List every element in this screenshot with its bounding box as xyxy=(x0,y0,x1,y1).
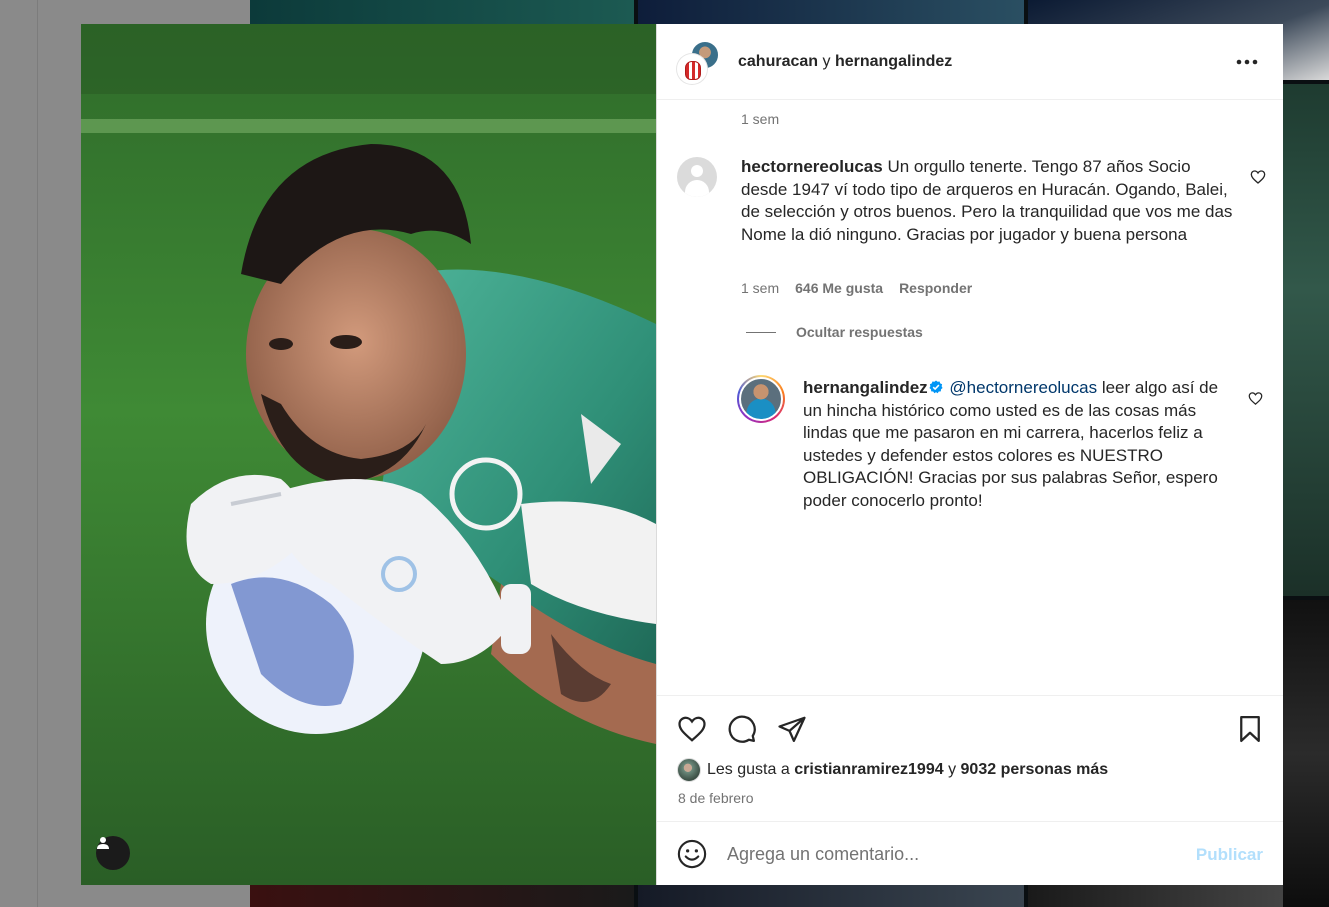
post-actions-bar xyxy=(657,695,1283,753)
user-tag-icon xyxy=(97,837,109,849)
post-photo[interactable] xyxy=(81,24,656,885)
grid-thumbnail[interactable] xyxy=(1283,600,1329,907)
more-options-button[interactable] xyxy=(1235,50,1259,74)
post-authors: cahuracan y hernangalindez xyxy=(738,53,952,71)
avatar[interactable] xyxy=(677,53,707,84)
replies-divider xyxy=(746,331,776,333)
comment-icon[interactable] xyxy=(727,714,757,744)
hide-replies-button[interactable]: Ocultar respuestas xyxy=(746,324,923,340)
collaborator-avatars[interactable] xyxy=(677,39,721,84)
comment-username[interactable]: hectornereolucas xyxy=(741,157,883,176)
hide-replies-label: Ocultar respuestas xyxy=(796,324,923,340)
heart-icon[interactable] xyxy=(677,714,707,744)
reply-button[interactable]: Responder xyxy=(899,280,972,296)
grid-thumbnail[interactable] xyxy=(638,885,1024,907)
verified-badge-icon xyxy=(929,380,943,394)
likes-summary: Les gusta a cristianramirez1994 y 9032 p… xyxy=(657,753,1283,787)
grid-thumbnail[interactable] xyxy=(1028,885,1283,907)
comment-body: hectornereolucas Un orgullo tenerte. Ten… xyxy=(741,156,1241,246)
reply-body: hernangalindez @hectornereolucas leer al… xyxy=(803,377,1228,512)
author-separator: y xyxy=(822,52,831,70)
bookmark-icon[interactable] xyxy=(1235,714,1265,744)
reply-like-icon[interactable] xyxy=(1248,391,1263,406)
add-comment-bar: Publicar xyxy=(657,821,1283,885)
grid-thumbnail[interactable] xyxy=(638,0,1024,24)
emoji-icon[interactable] xyxy=(677,839,707,869)
comment-input[interactable] xyxy=(727,836,1177,872)
avatar[interactable] xyxy=(737,375,785,423)
comment-time: 1 sem xyxy=(741,280,780,296)
share-icon[interactable] xyxy=(777,714,807,744)
likes-conj: y xyxy=(948,761,957,778)
caption-timestamp: 1 sem xyxy=(741,111,780,127)
liker-username[interactable]: cristianramirez1994 xyxy=(794,761,943,778)
comment-likes[interactable]: 646 Me gusta xyxy=(795,280,883,296)
goalkeeper-photo xyxy=(81,24,656,885)
other-likes-link[interactable]: 9032 personas más xyxy=(961,761,1109,778)
post-date[interactable]: 8 de febrero xyxy=(657,787,1283,813)
reply-username[interactable]: hernangalindez xyxy=(803,378,928,397)
likes-prefix: Les gusta a xyxy=(707,761,790,778)
reply-text: leer algo así de un hincha histórico com… xyxy=(803,378,1219,510)
avatar[interactable] xyxy=(677,758,701,782)
more-options-icon xyxy=(1236,59,1258,65)
post-modal: cahuracan y hernangalindez 1 sem hectorn… xyxy=(81,24,1283,885)
grid-thumbnail[interactable] xyxy=(1283,84,1329,596)
publish-button[interactable]: Publicar xyxy=(1196,845,1263,865)
user-tag-button[interactable] xyxy=(96,836,130,870)
reply-mention-link[interactable]: @hectornereolucas xyxy=(949,378,1097,397)
grid-thumbnail[interactable] xyxy=(250,0,634,24)
comment-like-icon[interactable] xyxy=(1250,169,1266,185)
author-link[interactable]: hernangalindez xyxy=(835,53,952,70)
comments-section[interactable]: 1 sem hectornereolucas Un orgullo tenert… xyxy=(657,100,1283,695)
avatar[interactable] xyxy=(677,157,717,197)
likes-summary-text: Les gusta a cristianramirez1994 y 9032 p… xyxy=(707,761,1108,779)
grid-thumbnail[interactable] xyxy=(250,885,634,907)
post-side-panel: cahuracan y hernangalindez 1 sem hectorn… xyxy=(656,24,1283,885)
post-header: cahuracan y hernangalindez xyxy=(657,24,1283,100)
author-link[interactable]: cahuracan xyxy=(738,53,818,70)
comment-meta: 1 sem 646 Me gusta Responder xyxy=(741,280,972,296)
sidebar-divider xyxy=(37,0,38,907)
